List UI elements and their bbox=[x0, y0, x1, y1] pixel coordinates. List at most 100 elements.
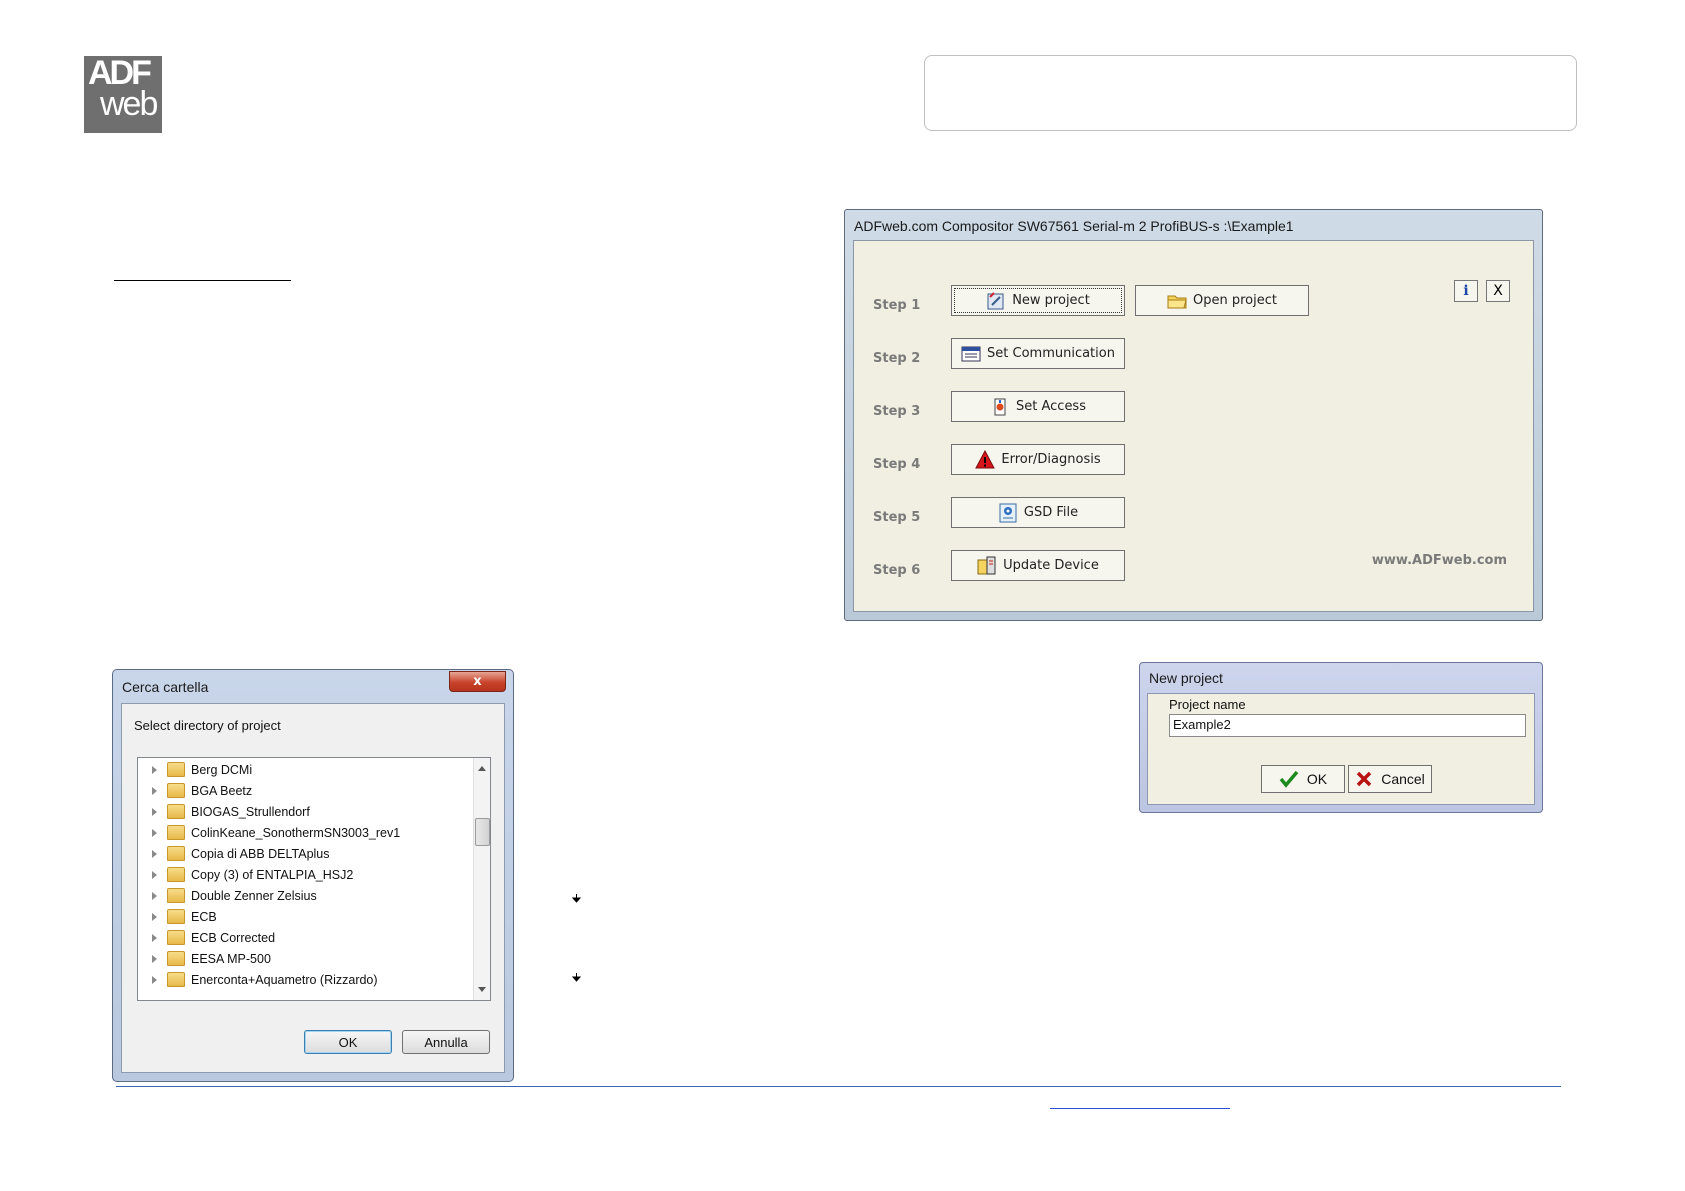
folder-item[interactable]: Double Zenner Zelsius bbox=[138, 885, 468, 906]
expand-arrow-icon[interactable] bbox=[152, 912, 157, 921]
compositor-client: i X Step 1 New project Open project Step… bbox=[853, 240, 1534, 612]
info-button[interactable]: i bbox=[1454, 280, 1478, 302]
new-project-dialog: New project Project name Example2 OK Can… bbox=[1139, 662, 1543, 813]
set-communication-label: Set Communication bbox=[987, 346, 1115, 361]
folder-item[interactable]: Copia di ABB DELTAplus bbox=[138, 843, 468, 864]
folder-label: Berg DCMi bbox=[191, 762, 253, 777]
update-device-button[interactable]: Update Device bbox=[951, 550, 1125, 581]
expand-arrow-icon[interactable] bbox=[152, 765, 157, 774]
scroll-up-icon[interactable] bbox=[478, 766, 486, 771]
adfweb-logo: ADF web bbox=[84, 56, 162, 133]
gsd-file-label: GSD File bbox=[1023, 505, 1079, 520]
footer-link-underline[interactable] bbox=[1050, 1108, 1230, 1109]
folder-label: EESA MP-500 bbox=[191, 951, 271, 966]
folder-item[interactable]: ECB bbox=[138, 906, 468, 927]
new-project-icon bbox=[987, 291, 1004, 309]
close-button[interactable]: X bbox=[1486, 280, 1510, 302]
website-text: www.ADFweb.com bbox=[1371, 553, 1507, 568]
folder-label: Copia di ABB DELTAplus bbox=[191, 846, 330, 861]
close-icon: X bbox=[1493, 283, 1503, 299]
expand-arrow-icon[interactable] bbox=[152, 870, 157, 879]
annulla-button[interactable]: Annulla bbox=[402, 1030, 490, 1054]
update-device-icon bbox=[977, 556, 996, 574]
expand-arrow-icon[interactable] bbox=[152, 807, 157, 816]
cross-icon bbox=[1356, 771, 1372, 787]
expand-arrow-icon[interactable] bbox=[152, 933, 157, 942]
header-box bbox=[924, 55, 1577, 131]
expand-arrow-icon[interactable] bbox=[152, 954, 157, 963]
folder-icon bbox=[167, 909, 185, 924]
new-project-button[interactable]: New project bbox=[951, 285, 1125, 316]
compositor-title: ADFweb.com Compositor SW67561 Serial-m 2… bbox=[854, 218, 1294, 234]
project-name-input[interactable]: Example2 bbox=[1169, 714, 1526, 737]
folder-icon bbox=[1167, 295, 1187, 308]
warning-icon bbox=[975, 449, 996, 468]
folder-icon bbox=[167, 825, 185, 840]
ok-button[interactable]: OK bbox=[1261, 765, 1345, 793]
scroll-thumb[interactable] bbox=[475, 818, 490, 846]
scroll-down-icon[interactable] bbox=[478, 987, 486, 992]
expand-arrow-icon[interactable] bbox=[152, 891, 157, 900]
gsd-file-button[interactable]: GSD File bbox=[951, 497, 1125, 528]
step-4-label: Step 4 bbox=[873, 457, 921, 472]
browse-folder-prompt: Select directory of project bbox=[134, 718, 281, 733]
dialog-close-button[interactable]: x bbox=[449, 671, 506, 692]
folder-item[interactable]: BIOGAS_Strullendorf bbox=[138, 801, 468, 822]
folder-label: BIOGAS_Strullendorf bbox=[191, 804, 310, 819]
logo-text-bottom: web bbox=[100, 85, 158, 123]
expand-arrow-icon[interactable] bbox=[152, 849, 157, 858]
folder-item[interactable]: EESA MP-500 bbox=[138, 948, 468, 969]
close-icon: x bbox=[473, 674, 482, 689]
folder-item[interactable]: Berg DCMi bbox=[138, 759, 468, 780]
open-project-button[interactable]: Open project bbox=[1135, 285, 1309, 316]
update-device-label: Update Device bbox=[1003, 558, 1099, 573]
expand-arrow-icon[interactable] bbox=[152, 828, 157, 837]
folder-icon bbox=[167, 951, 185, 966]
folder-label: Copy (3) of ENTALPIA_HSJ2 bbox=[191, 867, 354, 882]
gsd-file-icon bbox=[999, 503, 1017, 522]
set-communication-button[interactable]: Set Communication bbox=[951, 338, 1125, 369]
manual-page: { "logo": { "line1": "ADF", "line2": "we… bbox=[0, 0, 1685, 1191]
step-5-label: Step 5 bbox=[873, 510, 921, 525]
new-project-title: New project bbox=[1149, 670, 1223, 686]
folder-item[interactable]: Copy (3) of ENTALPIA_HSJ2 bbox=[138, 864, 468, 885]
expand-arrow-icon[interactable] bbox=[152, 975, 157, 984]
folder-icon bbox=[167, 867, 185, 882]
error-diagnosis-label: Error/Diagnosis bbox=[1001, 452, 1101, 467]
folder-label: ECB bbox=[191, 909, 217, 924]
step-2-label: Step 2 bbox=[873, 351, 921, 366]
step-6-label: Step 6 bbox=[873, 563, 921, 578]
new-project-label: New project bbox=[1012, 293, 1090, 308]
footer-rule bbox=[116, 1086, 1561, 1087]
set-access-button[interactable]: Set Access bbox=[951, 391, 1125, 422]
folder-item[interactable]: BGA Beetz bbox=[138, 780, 468, 801]
folder-icon bbox=[167, 888, 185, 903]
folder-item[interactable]: ColinKeane_SonothermSN3003_rev1 bbox=[138, 822, 468, 843]
folder-tree[interactable]: Berg DCMi BGA Beetz BIOGAS_Strullendorf … bbox=[137, 757, 491, 1001]
folder-label: Double Zenner Zelsius bbox=[191, 888, 317, 903]
folder-label: Enerconta+Aquametro (Rizzardo) bbox=[191, 972, 378, 987]
step-1-label: Step 1 bbox=[873, 298, 921, 313]
info-icon: i bbox=[1463, 283, 1469, 299]
folder-icon bbox=[167, 762, 185, 777]
error-diagnosis-button[interactable]: Error/Diagnosis bbox=[951, 444, 1125, 475]
set-access-label: Set Access bbox=[1016, 399, 1086, 414]
ok-button[interactable]: OK bbox=[304, 1030, 392, 1054]
cancel-button[interactable]: Cancel bbox=[1348, 765, 1432, 793]
folder-icon bbox=[167, 804, 185, 819]
folder-icon bbox=[167, 783, 185, 798]
vertical-scrollbar[interactable] bbox=[473, 758, 490, 1000]
folder-label: ECB Corrected bbox=[191, 930, 276, 945]
project-name-label: Project name bbox=[1169, 697, 1246, 712]
bullet-arrow-icon bbox=[572, 973, 581, 982]
expand-arrow-icon[interactable] bbox=[152, 786, 157, 795]
communication-icon bbox=[961, 346, 981, 361]
folder-item[interactable]: Enerconta+Aquametro (Rizzardo) bbox=[138, 969, 468, 990]
new-project-client: Project name Example2 OK Cancel bbox=[1147, 693, 1535, 805]
step-3-label: Step 3 bbox=[873, 404, 921, 419]
folder-item[interactable]: ECB Corrected bbox=[138, 927, 468, 948]
cancel-label: Cancel bbox=[1381, 771, 1425, 787]
compositor-window: ADFweb.com Compositor SW67561 Serial-m 2… bbox=[844, 209, 1543, 621]
folder-icon bbox=[167, 972, 185, 987]
folder-icon bbox=[167, 930, 185, 945]
